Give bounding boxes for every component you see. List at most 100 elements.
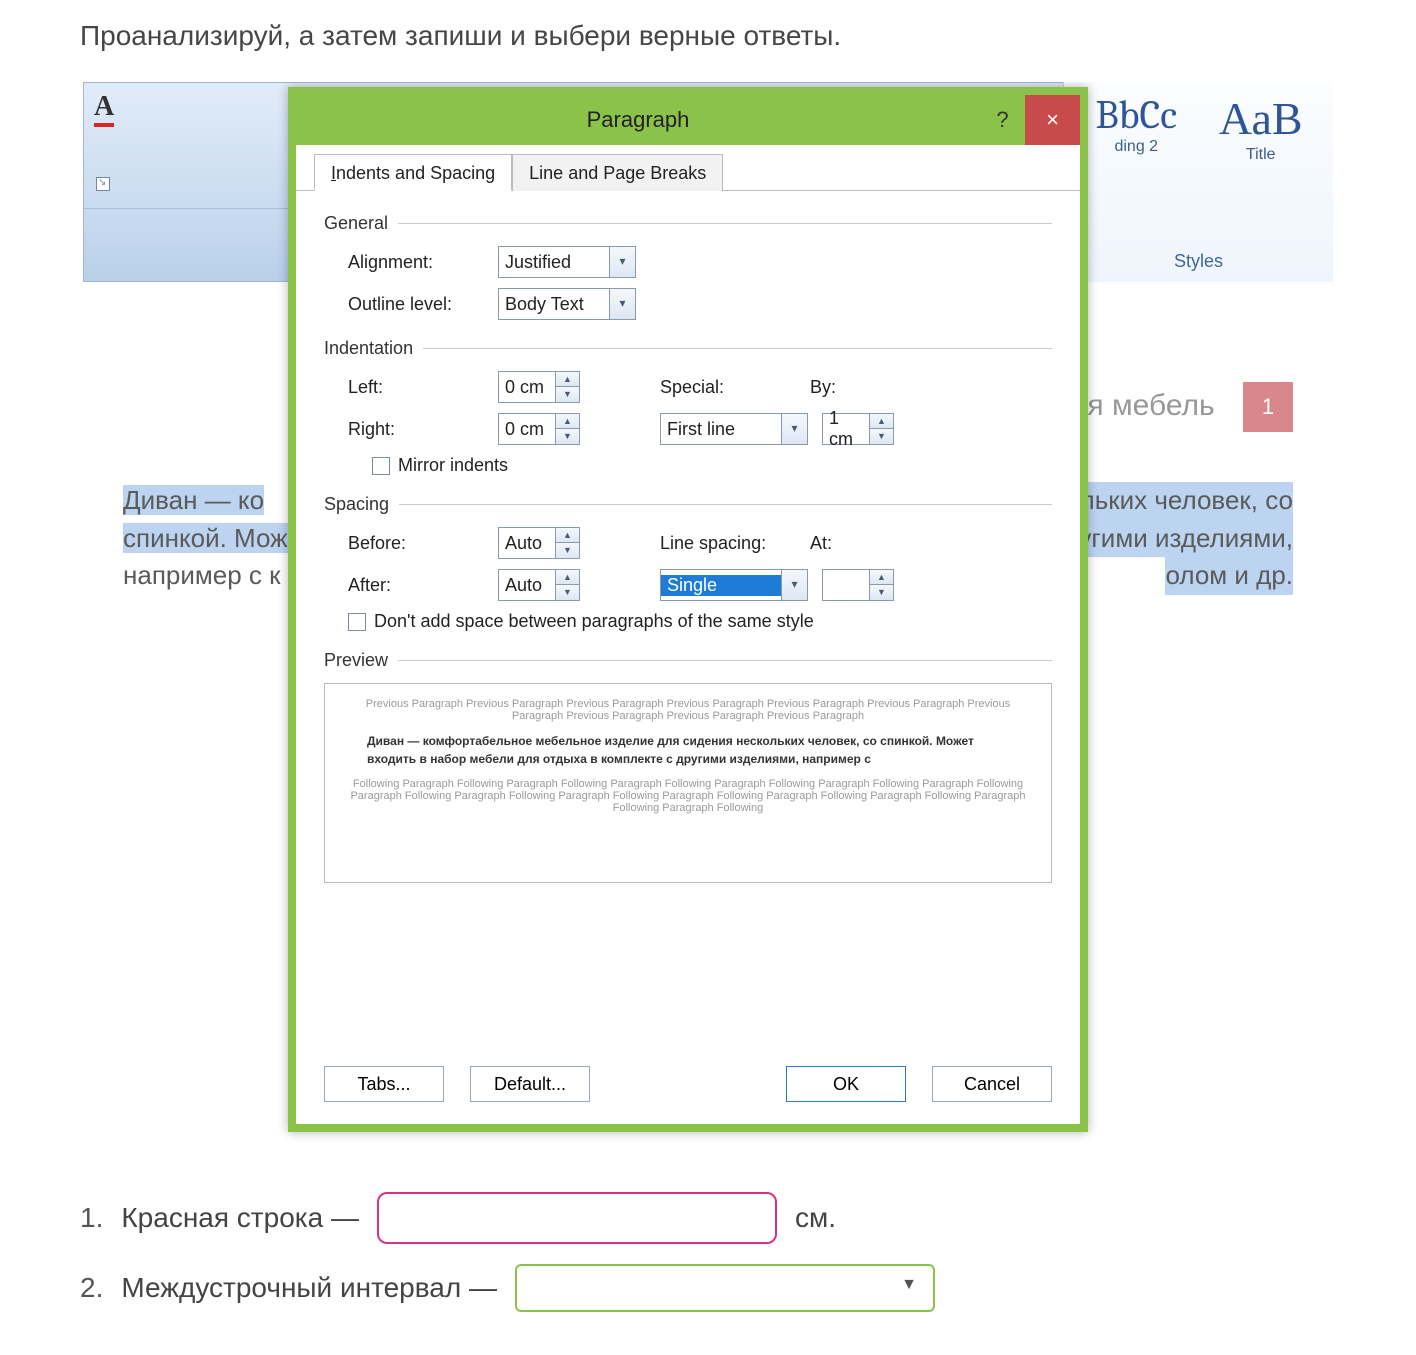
indentation-group: Indentation Left: 0 cm ▲▼ Special: By: R… [324, 338, 1052, 476]
general-legend: General [324, 213, 388, 234]
checkbox-icon[interactable] [348, 613, 366, 631]
cancel-button[interactable]: Cancel [932, 1066, 1052, 1102]
spin-down-icon[interactable]: ▼ [869, 585, 893, 600]
style-title[interactable]: АаВ Title [1201, 92, 1321, 162]
chevron-down-icon[interactable]: ▾ [781, 570, 807, 600]
special-label: Special: [660, 377, 810, 398]
spacing-group: Spacing Before: Auto ▲▼ Line spacing: At… [324, 494, 1052, 632]
line-spacing-value: Single [661, 575, 781, 596]
q1-unit: см. [795, 1202, 836, 1234]
dialog-launcher-icon[interactable] [96, 177, 110, 191]
style-name: ding 2 [1076, 138, 1196, 156]
heading-text: ая мебель [1071, 389, 1215, 422]
at-input[interactable]: ▲▼ [822, 569, 894, 601]
by-label: By: [810, 377, 890, 398]
indent-left-value: 0 cm [499, 377, 555, 398]
default-button[interactable]: Default... [470, 1066, 590, 1102]
preview-legend: Preview [324, 650, 388, 671]
special-combo[interactable]: First line ▾ [660, 413, 808, 445]
indent-right-label: Right: [348, 419, 498, 440]
outline-value: Body Text [499, 294, 609, 315]
doc-heading-fragment: ая мебель 1 [1071, 382, 1293, 432]
checkbox-icon[interactable] [372, 457, 390, 475]
chevron-down-icon[interactable]: ▾ [781, 414, 807, 444]
styles-gallery[interactable]: BbCc ding 2 АаВ Title Styles [1063, 82, 1333, 282]
preview-next-text: Following Paragraph Following Paragraph … [347, 778, 1029, 814]
paragraph-dialog: Paragraph ? × Indents and Spacing Line a… [288, 87, 1088, 1132]
q2-text: Междустрочный интервал — [121, 1272, 497, 1304]
styles-group-label: Styles [1064, 251, 1333, 272]
after-value: Auto [499, 575, 555, 596]
style-sample: BbCc [1076, 92, 1196, 138]
spacing-legend: Spacing [324, 494, 389, 515]
tab-indents-spacing[interactable]: Indents and Spacing [314, 154, 512, 191]
general-group: General Alignment: Justified ▾ Outline l… [324, 213, 1052, 320]
indent-right-input[interactable]: 0 cm ▲▼ [498, 413, 580, 445]
mirror-indents-checkbox[interactable]: Mirror indents [372, 455, 508, 476]
tab-label: ndents and Spacing [336, 163, 495, 183]
ribbon-font-group: A [84, 83, 294, 203]
spin-down-icon[interactable]: ▼ [555, 429, 579, 444]
after-label: After: [348, 575, 498, 596]
questions-block: 1. Красная строка — см. 2. Междустрочный… [80, 1192, 1336, 1312]
line-spacing-label: Line spacing: [660, 533, 810, 554]
help-button[interactable]: ? [980, 107, 1025, 133]
preview-group: Preview Previous Paragraph Previous Para… [324, 650, 1052, 883]
text-line: например с к [123, 560, 281, 590]
spin-up-icon[interactable]: ▲ [555, 372, 579, 387]
special-value: First line [661, 419, 781, 440]
at-label: At: [810, 533, 890, 554]
by-value: 1 cm [823, 408, 869, 450]
style-sample: АаВ [1201, 92, 1321, 146]
spin-down-icon[interactable]: ▼ [869, 429, 893, 444]
q1-text: Красная строка — [121, 1202, 359, 1234]
by-input[interactable]: 1 cm ▲▼ [822, 413, 894, 445]
font-color-icon[interactable]: A [94, 91, 114, 123]
chevron-down-icon[interactable]: ▾ [609, 247, 635, 277]
spin-up-icon[interactable]: ▲ [869, 414, 893, 429]
text-line: спинкой. Мож [123, 523, 288, 553]
no-space-label: Don't add space between paragraphs of th… [374, 611, 814, 632]
q2-answer-select[interactable] [515, 1264, 935, 1312]
task-title: Проанализируй, а затем запиши и выбери в… [80, 20, 1336, 52]
line-spacing-combo[interactable]: Single ▾ [660, 569, 808, 601]
indent-left-input[interactable]: 0 cm ▲▼ [498, 371, 580, 403]
alignment-label: Alignment: [348, 252, 498, 273]
indent-right-value: 0 cm [499, 419, 555, 440]
spin-down-icon[interactable]: ▼ [555, 585, 579, 600]
dialog-titlebar[interactable]: Paragraph ? × [296, 95, 1080, 145]
before-input[interactable]: Auto ▲▼ [498, 527, 580, 559]
before-value: Auto [499, 533, 555, 554]
alignment-combo[interactable]: Justified ▾ [498, 246, 636, 278]
alignment-value: Justified [499, 252, 609, 273]
ok-button[interactable]: OK [786, 1066, 906, 1102]
q1-answer-input[interactable] [377, 1192, 777, 1244]
style-name: Title [1201, 146, 1321, 164]
close-button[interactable]: × [1025, 95, 1080, 145]
chevron-down-icon[interactable]: ▾ [609, 289, 635, 319]
text-line: олом и др. [1165, 557, 1293, 595]
indent-left-label: Left: [348, 377, 498, 398]
indentation-legend: Indentation [324, 338, 413, 359]
spin-up-icon[interactable]: ▲ [869, 570, 893, 585]
spin-up-icon[interactable]: ▲ [555, 570, 579, 585]
tabs-button[interactable]: Tabs... [324, 1066, 444, 1102]
spin-up-icon[interactable]: ▲ [555, 414, 579, 429]
no-space-checkbox[interactable]: Don't add space between paragraphs of th… [348, 611, 814, 632]
outline-combo[interactable]: Body Text ▾ [498, 288, 636, 320]
word-screenshot: A BbCc ding 2 АаВ Title Styles ая мебель… [83, 82, 1333, 1152]
preview-prev-text: Previous Paragraph Previous Paragraph Pr… [347, 698, 1029, 722]
spin-up-icon[interactable]: ▲ [555, 528, 579, 543]
spin-down-icon[interactable]: ▼ [555, 543, 579, 558]
preview-sample-text: Диван — комфортабельное мебельное издели… [367, 732, 1009, 768]
text-line: Диван — ко [123, 485, 264, 515]
dialog-button-row: Tabs... Default... OK Cancel [296, 1050, 1080, 1124]
question-1: 1. Красная строка — см. [80, 1192, 1336, 1244]
text-line: льких человек, со [1080, 482, 1293, 520]
style-heading2[interactable]: BbCc ding 2 [1076, 92, 1196, 162]
after-input[interactable]: Auto ▲▼ [498, 569, 580, 601]
tab-line-page-breaks[interactable]: Line and Page Breaks [512, 154, 723, 191]
mirror-indents-label: Mirror indents [398, 455, 508, 476]
spin-down-icon[interactable]: ▼ [555, 387, 579, 402]
question-2: 2. Междустрочный интервал — [80, 1264, 1336, 1312]
